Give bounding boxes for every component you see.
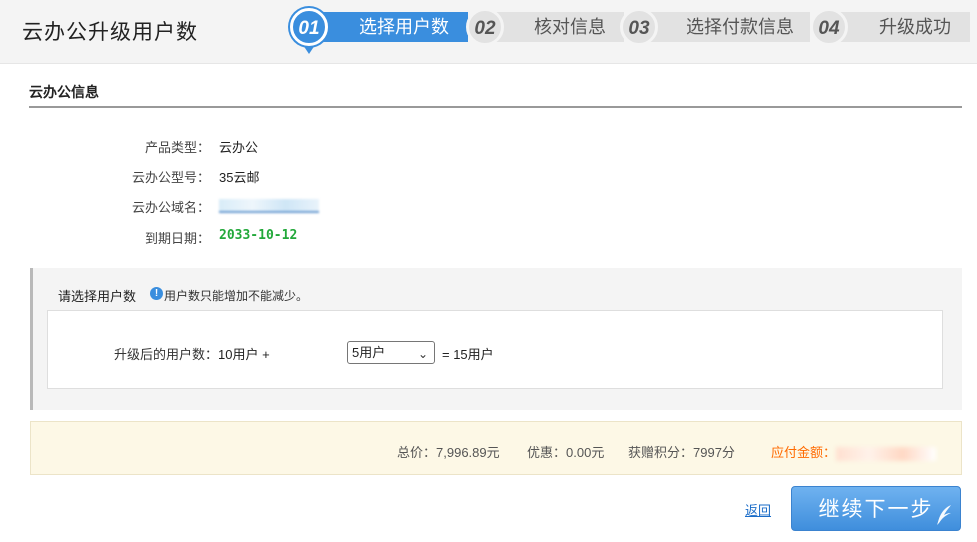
discount-label: 优惠： — [527, 445, 567, 460]
step-2-bar: 核对信息 — [488, 12, 624, 42]
page-header: 云办公升级用户数 选择用户数 01 核对信息 02 选择付款信息 03 升级成功 — [0, 0, 977, 64]
amount-due-label: 应付金额： — [771, 445, 837, 460]
step-4: 升级成功 04 — [810, 8, 970, 46]
total-price: 总价：7,996.89元 — [397, 442, 500, 461]
amount-due-redacted — [836, 446, 937, 461]
info-value: 云办公 — [219, 140, 259, 155]
step-1-bar: 选择用户数 — [312, 12, 468, 42]
price-summary-bar: 总价：7,996.89元 优惠：0.00元 获赠积分：7997分 应付金额： — [30, 421, 962, 475]
bonus-points-label: 获赠积分： — [628, 445, 694, 460]
info-label: 产品类型： — [144, 140, 210, 155]
additional-users-select[interactable]: 5用户 ⌄ — [347, 341, 435, 364]
chevron-down-icon: ⌄ — [417, 347, 428, 361]
info-value: 35云邮 — [219, 170, 260, 185]
step-3: 选择付款信息 03 — [620, 8, 810, 46]
expiry-date: 2033-10-12 — [219, 228, 298, 243]
info-section-title: 云办公信息 — [29, 84, 99, 100]
step-2: 核对信息 02 — [466, 8, 626, 46]
info-label: 云办公域名： — [131, 200, 210, 215]
info-row-model: 云办公型号： 35云邮 — [0, 167, 600, 187]
user-count-title: 请选择用户数 — [58, 289, 137, 304]
page-title: 云办公升级用户数 — [22, 21, 198, 44]
back-link[interactable]: 返回 — [745, 500, 771, 519]
step-2-label: 核对信息 — [534, 17, 606, 37]
info-icon: ! — [150, 287, 163, 300]
info-value-redacted — [219, 197, 319, 213]
feather-pen-icon — [937, 505, 951, 525]
step-4-number: 04 — [810, 8, 848, 46]
step-3-bar: 选择付款信息 — [642, 12, 810, 42]
step-1-number: 01 — [290, 8, 328, 46]
user-count-hint: 用户数只能增加不能减少。 — [164, 289, 309, 303]
bonus-points: 获赠积分：7997分 — [628, 442, 735, 461]
step-1-label: 选择用户数 — [359, 17, 449, 37]
step-progress: 选择用户数 01 核对信息 02 选择付款信息 03 升级成功 04 — [290, 8, 970, 54]
amount-due: 应付金额： — [771, 442, 937, 461]
next-step-button[interactable]: 继续下一步 — [791, 486, 961, 531]
bonus-points-value: 7997分 — [693, 445, 735, 460]
discount-value: 0.00元 — [566, 445, 605, 460]
selected-users-value: 5用户 — [352, 345, 386, 360]
next-step-label: 继续下一步 — [818, 498, 934, 521]
step-3-number: 03 — [620, 8, 658, 46]
total-price-label: 总价： — [397, 445, 437, 460]
section-divider — [29, 106, 962, 108]
total-price-value: 7,996.89元 — [436, 445, 500, 460]
step-3-label: 选择付款信息 — [686, 17, 794, 37]
info-row-domain: 云办公域名： — [0, 197, 600, 217]
upgraded-users-label: 升级后的用户数： — [114, 347, 219, 362]
step-4-bar: 升级成功 — [832, 12, 970, 42]
discount: 优惠：0.00元 — [527, 442, 604, 461]
current-users: 10用户 + — [218, 347, 270, 362]
user-count-panel: 请选择用户数 ! 用户数只能增加不能减少。 升级后的用户数： 10用户 + 5用… — [30, 268, 962, 410]
step-1: 选择用户数 01 — [290, 8, 470, 54]
info-row-expiry: 到期日期： 2033-10-12 — [0, 228, 600, 248]
step-2-number: 02 — [466, 8, 504, 46]
info-label: 云办公型号： — [131, 170, 210, 185]
info-label: 到期日期： — [144, 231, 210, 246]
info-row-product-type: 产品类型： 云办公 — [0, 137, 600, 157]
step-4-label: 升级成功 — [879, 17, 951, 37]
total-users-result: = 15用户 — [442, 347, 494, 362]
user-count-line: 升级后的用户数： 10用户 + 5用户 ⌄ = 15用户 — [114, 341, 494, 364]
user-count-box: 升级后的用户数： 10用户 + 5用户 ⌄ = 15用户 — [47, 310, 943, 389]
